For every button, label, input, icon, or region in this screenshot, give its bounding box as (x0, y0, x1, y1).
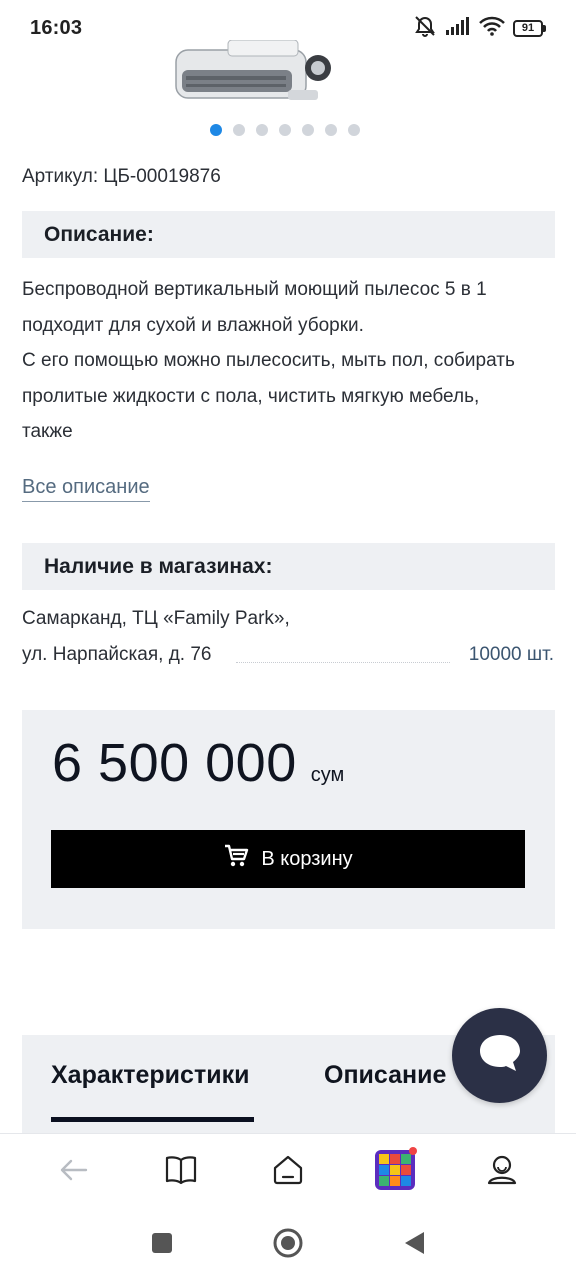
carousel-dot[interactable] (302, 124, 314, 136)
nav-profile[interactable] (472, 1143, 532, 1203)
square-icon (150, 1231, 174, 1260)
carousel-dot[interactable] (233, 124, 245, 136)
status-icons: 91 (413, 15, 546, 42)
all-description-link[interactable]: Все описание (22, 476, 150, 502)
price-card: 6 500 000 сум В корзину (22, 710, 555, 929)
active-tab-indicator (51, 1117, 254, 1122)
description-line: подходит для сухой и влажной уборки. (22, 314, 364, 336)
nav-back[interactable] (44, 1143, 104, 1203)
wifi-icon (479, 16, 505, 41)
game-app-icon (375, 1150, 416, 1195)
image-carousel-dots (210, 124, 360, 136)
recent-apps-button[interactable] (144, 1228, 180, 1264)
carousel-dot[interactable] (348, 124, 360, 136)
notification-dot (409, 1146, 418, 1155)
cart-icon (223, 843, 249, 875)
availability-header: Наличие в магазинах: (22, 543, 555, 590)
nav-home[interactable] (258, 1143, 318, 1203)
tab-description[interactable]: Описание (324, 1061, 446, 1090)
price-currency: сум (310, 764, 345, 786)
profile-icon (486, 1154, 518, 1191)
mute-icon (413, 15, 437, 42)
stock-quantity: 10000 шт. (468, 644, 554, 665)
description-line: Беспроводной вертикальный моющий пылесос… (22, 279, 487, 300)
add-to-cart-button[interactable]: В корзину (51, 830, 525, 888)
description-line: пролитые жидкости с пола, чистить мягкую… (22, 385, 480, 407)
system-navigation (0, 1211, 576, 1280)
carousel-dot[interactable] (210, 124, 222, 136)
price-row: 6 500 000 сум (52, 732, 344, 794)
catalog-book-icon (164, 1155, 198, 1190)
description-line: также (22, 421, 73, 442)
product-sku: Артикул: ЦБ-00019876 (22, 166, 221, 187)
nav-game-app[interactable] (365, 1143, 425, 1203)
back-system-button[interactable] (396, 1228, 432, 1264)
description-line: С его помощью можно пылесосить, мыть пол… (22, 350, 515, 371)
chat-button[interactable] (452, 1008, 547, 1103)
add-to-cart-label: В корзину (261, 847, 353, 870)
status-time: 16:03 (30, 16, 83, 39)
back-arrow-icon (59, 1158, 89, 1187)
home-system-button[interactable] (270, 1228, 306, 1264)
carousel-dot[interactable] (256, 124, 268, 136)
tab-characteristics[interactable]: Характеристики (51, 1061, 249, 1090)
home-icon (271, 1154, 305, 1191)
battery-icon: 91 (513, 19, 546, 37)
signal-icon (445, 16, 471, 41)
carousel-dot[interactable] (325, 124, 337, 136)
triangle-back-icon (402, 1230, 426, 1261)
store-name: Самарканд, ТЦ «Family Park», (22, 608, 290, 629)
circle-icon (272, 1227, 304, 1264)
description-text: Беспроводной вертикальный моющий пылесос… (22, 272, 562, 450)
bottom-navigation (0, 1133, 576, 1211)
product-image[interactable] (168, 39, 338, 120)
price-value: 6 500 000 (52, 733, 297, 793)
chat-bubble-icon (478, 1033, 522, 1078)
battery-level: 91 (513, 19, 543, 37)
carousel-dot[interactable] (279, 124, 291, 136)
dotted-leader (236, 662, 450, 663)
nav-catalog[interactable] (151, 1143, 211, 1203)
description-header: Описание: (22, 211, 555, 258)
store-address: ул. Нарпайская, д. 76 (22, 644, 212, 665)
